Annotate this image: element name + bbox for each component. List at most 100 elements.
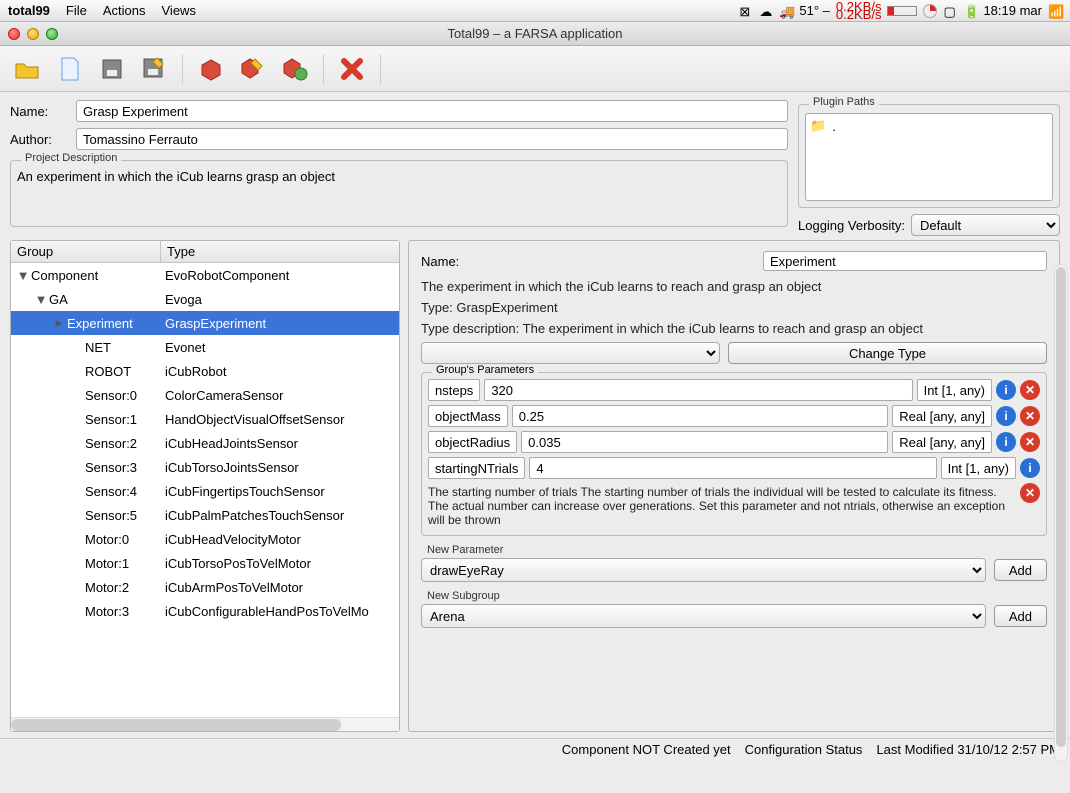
param-delete-button[interactable]: ✕	[1020, 483, 1040, 503]
save-button[interactable]	[94, 51, 130, 87]
tree-row[interactable]: Sensor:5 iCubPalmPatchesTouchSensor	[11, 503, 399, 527]
tree-col-group[interactable]: Group	[11, 241, 161, 262]
tree-col-type[interactable]: Type	[161, 241, 399, 262]
new-param-select[interactable]: drawEyeRay	[421, 558, 986, 582]
param-info-button[interactable]: i	[996, 380, 1016, 400]
window-titlebar: Total99 – a FARSA application	[0, 22, 1070, 46]
verbosity-select[interactable]: Default	[911, 214, 1060, 236]
tree-twisty-icon[interactable]: ▼	[15, 268, 31, 283]
delete-icon	[339, 56, 365, 82]
new-param-legend: New Parameter	[421, 544, 1047, 556]
tree-h-scrollbar[interactable]	[11, 717, 399, 731]
component-edit-button[interactable]	[235, 51, 271, 87]
new-button[interactable]	[52, 51, 88, 87]
param-value-input[interactable]	[529, 457, 936, 479]
bar-indicator-icon	[887, 6, 917, 16]
tree-row[interactable]: Sensor:2iCubHeadJointsSensor	[11, 431, 399, 455]
tree-twisty-icon[interactable]: ▸	[51, 315, 67, 331]
name-label: Name:	[10, 104, 70, 119]
tree-type-label: iCubHeadJointsSensor	[161, 436, 399, 451]
tree-group-label: Component	[31, 268, 98, 283]
window-v-scrollbar[interactable]	[1054, 264, 1068, 762]
component-button[interactable]	[193, 51, 229, 87]
param-delete-button[interactable]: ✕	[1020, 406, 1040, 426]
prop-name-label: Name:	[421, 254, 477, 269]
tree-row[interactable]: NETEvonet	[11, 335, 399, 359]
menu-actions[interactable]: Actions	[103, 3, 146, 18]
tree-group-label: Sensor:5	[85, 508, 137, 523]
status-bar: Component NOT Created yet Configuration …	[0, 738, 1070, 760]
add-subgroup-button[interactable]: Add	[994, 605, 1047, 627]
menu-views[interactable]: Views	[162, 3, 196, 18]
tree-row[interactable]: ▼GAEvoga	[11, 287, 399, 311]
plugin-path-list[interactable]: 📁 .	[805, 113, 1053, 201]
cloud-icon: ☁	[759, 4, 773, 18]
param-name: objectRadius	[428, 431, 517, 453]
box-icon: ▢	[943, 4, 957, 18]
tree-row[interactable]: Sensor:3iCubTorsoJointsSensor	[11, 455, 399, 479]
minimize-window-button[interactable]	[27, 28, 39, 40]
tree-row[interactable]: Sensor:0ColorCameraSensor	[11, 383, 399, 407]
network-stats: 0.2KB/s 0.2KB/s	[836, 3, 882, 19]
param-delete-button[interactable]: ✕	[1020, 380, 1040, 400]
temp-indicator: 51° –	[799, 3, 830, 18]
tree-group-label: ROBOT	[85, 364, 131, 379]
delete-button[interactable]	[334, 51, 370, 87]
box-info-icon	[281, 56, 309, 82]
plugin-path-item[interactable]: 📁 .	[810, 118, 1048, 134]
new-subgroup-select[interactable]: Arena	[421, 604, 986, 628]
component-info-button[interactable]	[277, 51, 313, 87]
window-title: Total99 – a FARSA application	[448, 26, 623, 41]
close-window-button[interactable]	[8, 28, 20, 40]
type-select[interactable]	[421, 342, 720, 364]
author-input[interactable]	[76, 128, 788, 150]
param-value-input[interactable]	[521, 431, 888, 453]
description-textarea[interactable]: An experiment in which the iCub learns g…	[17, 169, 781, 217]
tree-type-label: iCubHeadVelocityMotor	[161, 532, 399, 547]
param-type: Real [any, any]	[892, 405, 992, 427]
prop-desc: The experiment in which the iCub learns …	[421, 279, 1047, 294]
truck-icon: 🚚	[779, 4, 793, 18]
change-type-button[interactable]: Change Type	[728, 342, 1047, 364]
tree-group-label: Sensor:1	[85, 412, 137, 427]
tree-row[interactable]: Sensor:1 HandObjectVisualOffsetSensor	[11, 407, 399, 431]
param-help-text: The starting number of trials The starti…	[428, 485, 1016, 527]
open-button[interactable]	[10, 51, 46, 87]
tree-row[interactable]: Sensor:4iCubFingertipsTouchSensor	[11, 479, 399, 503]
menu-file[interactable]: File	[66, 3, 87, 18]
prop-name-input[interactable]	[763, 251, 1047, 271]
tree-row[interactable]: ROBOTiCubRobot	[11, 359, 399, 383]
param-info-button[interactable]: i	[996, 406, 1016, 426]
tree-row[interactable]: ▸ExperimentGraspExperiment	[11, 311, 399, 335]
properties-panel: Name: The experiment in which the iCub l…	[408, 240, 1060, 732]
param-name: objectMass	[428, 405, 508, 427]
param-value-input[interactable]	[512, 405, 888, 427]
tree-body[interactable]: ▼ComponentEvoRobotComponent▼GAEvoga▸Expe…	[11, 263, 399, 717]
tree-type-label: iCubPalmPatchesTouchSensor	[161, 508, 399, 523]
box-edit-icon	[239, 56, 267, 82]
save-as-button[interactable]	[136, 51, 172, 87]
tree-group-label: Motor:2	[85, 580, 129, 595]
name-input[interactable]	[76, 100, 788, 122]
zoom-window-button[interactable]	[46, 28, 58, 40]
clock: 18:19 mar	[983, 3, 1042, 18]
wifi-icon: 📶	[1048, 4, 1062, 18]
param-info-button[interactable]: i	[1020, 458, 1040, 478]
prop-type: Type: GraspExperiment	[421, 300, 1047, 315]
tree-row[interactable]: ▼ComponentEvoRobotComponent	[11, 263, 399, 287]
tree-type-label: HandObjectVisualOffsetSensor	[161, 412, 399, 427]
param-info-button[interactable]: i	[996, 432, 1016, 452]
tree-row[interactable]: Motor:2iCubArmPosToVelMotor	[11, 575, 399, 599]
param-delete-button[interactable]: ✕	[1020, 432, 1040, 452]
prop-typedesc: Type description: The experiment in whic…	[421, 321, 1047, 336]
param-row: objectRadiusReal [any, any]i✕	[428, 431, 1040, 453]
params-legend: Group's Parameters	[432, 364, 538, 376]
param-value-input[interactable]	[484, 379, 912, 401]
add-param-button[interactable]: Add	[994, 559, 1047, 581]
tree-type-label: iCubFingertipsTouchSensor	[161, 484, 399, 499]
tree-row[interactable]: Motor:0iCubHeadVelocityMotor	[11, 527, 399, 551]
tree-type-label: iCubConfigurableHandPosToVelMo	[161, 604, 399, 619]
tree-row[interactable]: Motor:3iCubConfigurableHandPosToVelMo	[11, 599, 399, 623]
tree-row[interactable]: Motor:1iCubTorsoPosToVelMotor	[11, 551, 399, 575]
tree-twisty-icon[interactable]: ▼	[33, 292, 49, 307]
